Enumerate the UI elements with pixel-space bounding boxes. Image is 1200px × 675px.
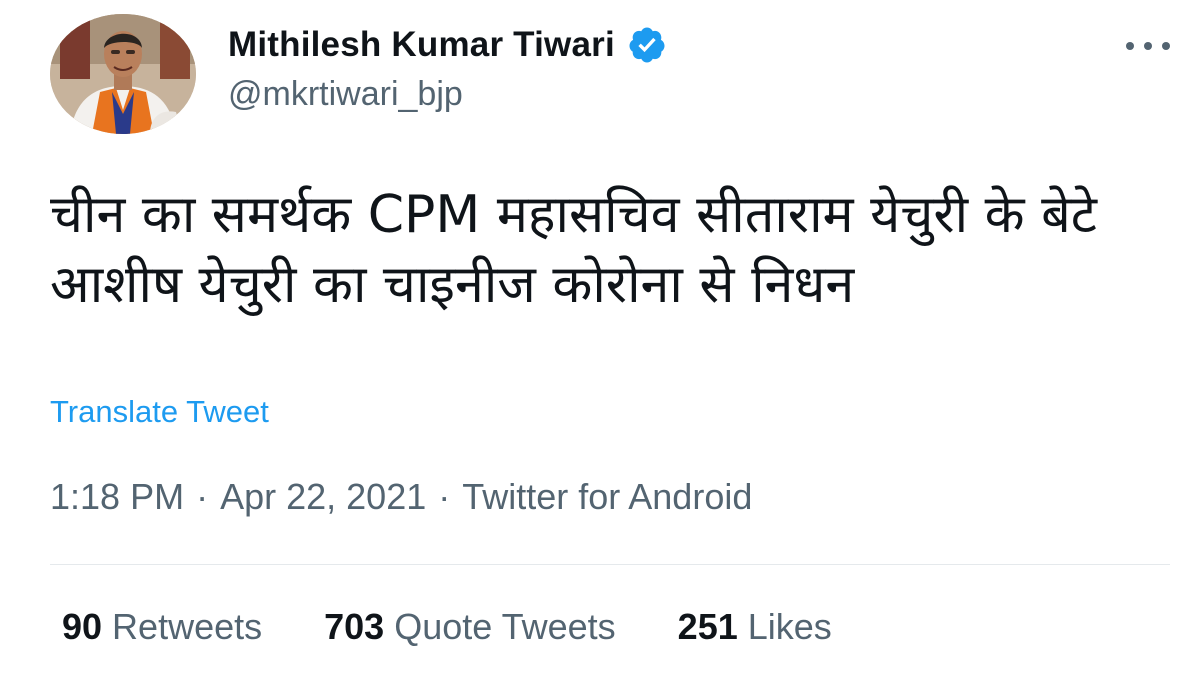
- retweets-label: Retweets: [112, 606, 263, 647]
- author-name-row: Mithilesh Kumar Tiwari: [228, 22, 667, 68]
- retweets-count: 90: [62, 606, 103, 647]
- tweet-metadata: 1:18 PM · Apr 22, 2021 · Twitter for Android: [50, 476, 752, 518]
- tweet-time[interactable]: 1:18 PM: [50, 476, 184, 517]
- avatar-photo: [50, 14, 196, 134]
- likes-label: Likes: [747, 606, 832, 647]
- retweets-stat[interactable]: 90 Retweets: [62, 606, 262, 648]
- author-display-name[interactable]: Mithilesh Kumar Tiwari: [228, 25, 615, 65]
- meta-separator: ·: [196, 476, 209, 517]
- more-dot: [1162, 42, 1170, 50]
- tweet-date[interactable]: Apr 22, 2021: [220, 476, 426, 517]
- meta-separator: ·: [438, 476, 451, 517]
- tweet-source[interactable]: Twitter for Android: [462, 476, 752, 517]
- engagement-stats: 90 Retweets 703 Quote Tweets 251 Likes: [62, 606, 894, 648]
- verified-badge-icon: [627, 25, 667, 65]
- quote-tweets-stat[interactable]: 703 Quote Tweets: [324, 606, 616, 648]
- likes-count: 251: [677, 606, 738, 647]
- quote-tweets-label: Quote Tweets: [394, 606, 616, 647]
- tweet-card: Mithilesh Kumar Tiwari @mkrtiwari_bjp ची…: [0, 0, 1200, 675]
- more-options-icon[interactable]: [1126, 38, 1170, 54]
- translate-tweet-link[interactable]: Translate Tweet: [50, 394, 269, 430]
- tweet-text: चीन का समर्थक CPM महासचिव सीताराम येचुरी…: [50, 185, 1097, 315]
- likes-stat[interactable]: 251 Likes: [678, 606, 832, 648]
- divider: [50, 564, 1170, 565]
- author-handle[interactable]: @mkrtiwari_bjp: [228, 75, 463, 114]
- avatar[interactable]: [50, 14, 196, 134]
- quote-tweets-count: 703: [324, 606, 385, 647]
- more-dot: [1126, 42, 1134, 50]
- more-dot: [1144, 42, 1152, 50]
